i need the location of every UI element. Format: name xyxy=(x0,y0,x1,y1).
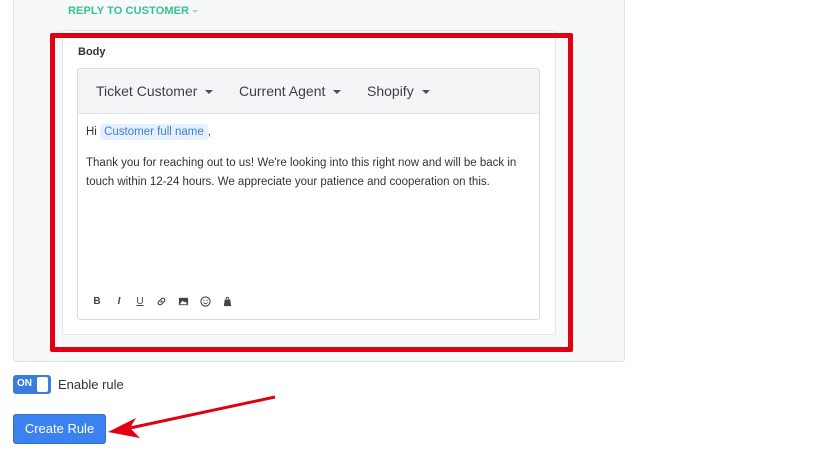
current-agent-dropdown-label: Current Agent xyxy=(239,83,326,99)
caret-down-icon xyxy=(205,90,214,95)
reply-to-customer-label: REPLY TO CUSTOMER xyxy=(68,5,190,17)
shopify-icon[interactable] xyxy=(219,293,235,311)
create-rule-button[interactable]: Create Rule xyxy=(13,414,106,444)
ticket-customer-dropdown-label: Ticket Customer xyxy=(96,83,198,99)
emoji-icon[interactable] xyxy=(197,293,213,311)
italic-icon[interactable]: I xyxy=(111,293,127,311)
message-line-2: touch within 12-24 hours. We appreciate … xyxy=(86,176,490,188)
caret-down-icon xyxy=(333,90,342,95)
underline-icon[interactable]: U xyxy=(132,293,148,311)
toggle-knob xyxy=(37,377,48,392)
editor-content[interactable]: Hi Customer full name, Thank you for rea… xyxy=(86,123,531,192)
enable-rule-toggle[interactable]: ON xyxy=(13,375,51,394)
ticket-customer-dropdown[interactable]: Ticket Customer xyxy=(96,83,214,99)
greeting-comma: , xyxy=(207,126,211,138)
shopify-dropdown-label: Shopify xyxy=(367,83,414,99)
image-icon[interactable] xyxy=(175,293,191,311)
reply-to-customer-link[interactable]: REPLY TO CUSTOMER xyxy=(68,5,199,17)
caret-down-icon xyxy=(421,90,430,95)
link-icon[interactable] xyxy=(153,293,169,311)
greeting-text: Hi xyxy=(86,126,97,138)
greeting-line: Hi Customer full name, xyxy=(86,123,531,142)
shopify-dropdown[interactable]: Shopify xyxy=(367,83,430,99)
message-line-1: Thank you for reaching out to us! We're … xyxy=(86,157,517,169)
body-editor[interactable]: Ticket Customer Current Agent Shopify Hi… xyxy=(77,68,540,320)
annotation-arrow-icon xyxy=(108,395,276,438)
toggle-state-label: ON xyxy=(17,378,32,389)
current-agent-dropdown[interactable]: Current Agent xyxy=(239,83,342,99)
chevron-down-icon xyxy=(192,9,199,13)
editor-toolbar: Ticket Customer Current Agent Shopify xyxy=(78,69,539,114)
bold-icon[interactable]: B xyxy=(89,293,105,311)
body-label: Body xyxy=(78,46,106,58)
message-paragraph: Thank you for reaching out to us! We're … xyxy=(86,154,531,192)
customer-full-name-variable[interactable]: Customer full name xyxy=(100,124,208,140)
